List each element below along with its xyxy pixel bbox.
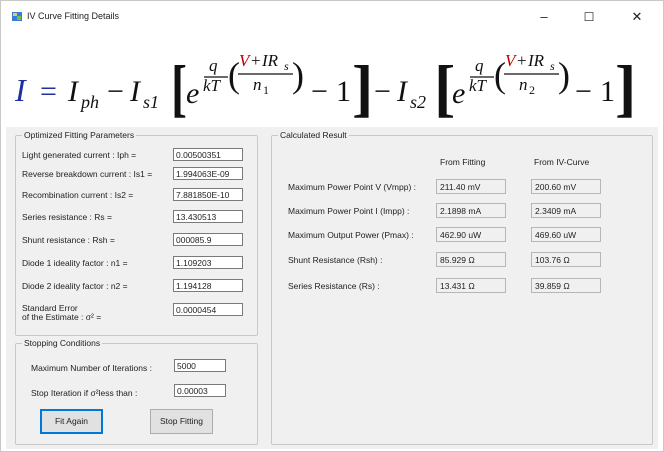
app-window: IV Curve Fitting Details – ☐ ✕ I = I ph … (0, 0, 664, 452)
title-bar[interactable]: IV Curve Fitting Details – ☐ ✕ (1, 1, 663, 31)
result-legend: Calculated Result (280, 130, 347, 140)
param-value-field[interactable]: 0.00500351 (173, 148, 243, 161)
minimize-button[interactable]: – (522, 6, 566, 28)
std-error-field[interactable]: 0.0000454 (173, 303, 243, 316)
result-label: Shunt Resistance (Rsh) : (288, 255, 383, 265)
params-legend: Optimized Fitting Parameters (24, 130, 135, 140)
fit-again-button[interactable]: Fit Again (40, 409, 103, 434)
col-header-fitting: From Fitting (440, 157, 486, 167)
stop-fitting-button[interactable]: Stop Fitting (150, 409, 213, 434)
param-label: Recombination current : Is2 = (22, 190, 134, 200)
result-iv-curve-value: 200.60 mV (531, 179, 601, 194)
result-iv-curve-value: 39.859 Ω (531, 278, 601, 293)
param-value-field[interactable]: 7.881850E-10 (173, 188, 243, 201)
result-iv-curve-value: 469.60 uW (531, 227, 601, 242)
result-fitting-value: 462.90 uW (436, 227, 506, 242)
result-label: Maximum Power Point V (Vmpp) : (288, 182, 417, 192)
max-iterations-label: Maximum Number of Iterations : (31, 363, 152, 373)
maximize-button[interactable]: ☐ (567, 6, 611, 28)
app-icon (12, 12, 22, 21)
result-label: Maximum Output Power (Pmax) : (288, 230, 414, 240)
param-value-field[interactable]: 1.109203 (173, 256, 243, 269)
max-iterations-field[interactable]: 5000 (174, 359, 226, 372)
param-label: Reverse breakdown current : Is1 = (22, 169, 153, 179)
stopping-legend: Stopping Conditions (24, 338, 101, 348)
window-title: IV Curve Fitting Details (27, 11, 120, 21)
param-value-field[interactable]: 1.194128 (173, 279, 243, 292)
param-label: Shunt resistance : Rsh = (22, 235, 115, 245)
param-value-field[interactable]: 1.994063E-09 (173, 167, 243, 180)
result-iv-curve-value: 103.76 Ω (531, 252, 601, 267)
close-button[interactable]: ✕ (615, 6, 659, 28)
stop-threshold-label: Stop Iteration if σ²less than : (31, 388, 138, 398)
result-fitting-value: 13.431 Ω (436, 278, 506, 293)
param-value-field[interactable]: 000085.9 (173, 233, 243, 246)
result-iv-curve-value: 2.3409 mA (531, 203, 601, 218)
stop-threshold-field[interactable]: 0.00003 (174, 384, 226, 397)
result-label: Series Resistance (Rs) : (288, 281, 380, 291)
param-label: Diode 2 ideality factor : n2 = (22, 281, 128, 291)
result-fitting-value: 2.1898 mA (436, 203, 506, 218)
param-label: Diode 1 ideality factor : n1 = (22, 258, 128, 268)
result-label: Maximum Power Point I (Impp) : (288, 206, 410, 216)
result-fitting-value: 85.929 Ω (436, 252, 506, 267)
col-header-iv-curve: From IV-Curve (534, 157, 590, 167)
param-label: Light generated current : Iph = (22, 150, 137, 160)
result-fitting-value: 211.40 mV (436, 179, 506, 194)
std-error-label-2: of the Estimate : σ² = (22, 312, 102, 322)
client-area: I = I ph − I s1 [ e q kT ( V + IR s n 1 … (6, 31, 658, 449)
param-value-field[interactable]: 13.430513 (173, 210, 243, 223)
param-label: Series resistance : Rs = (22, 212, 112, 222)
iv-equation-tail (6, 31, 658, 127)
